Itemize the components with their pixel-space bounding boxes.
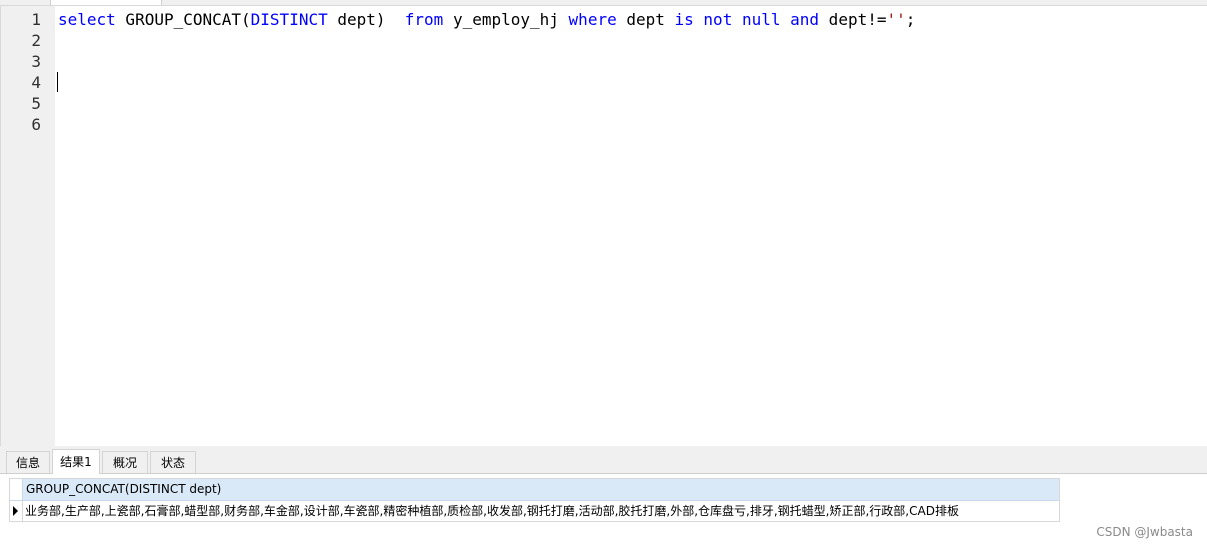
keyword-and: and — [790, 10, 820, 29]
sql-editor[interactable]: 1 2 3 4 5 6 select GROUP_CONCAT(DISTINCT… — [0, 6, 1207, 446]
code-table: y_employ_hj — [443, 10, 569, 29]
tab-info[interactable]: 信息 — [6, 451, 50, 473]
code-line-1[interactable]: select GROUP_CONCAT(DISTINCT dept) from … — [58, 9, 915, 30]
table-cell[interactable]: 业务部,生产部,上瓷部,石膏部,蜡型部,财务部,车金部,设计部,车瓷部,精密种植… — [23, 501, 959, 521]
code-column: dept) — [327, 10, 405, 29]
watermark: CSDN @Jwbasta — [1096, 525, 1193, 539]
result-panel: GROUP_CONCAT(DISTINCT dept) 业务部,生产部,上瓷部,… — [0, 474, 1207, 547]
line-number: 5 — [31, 94, 41, 113]
keyword-select: select — [58, 10, 116, 29]
keyword-null: null — [741, 10, 781, 29]
query-tab-stub[interactable] — [50, 0, 162, 5]
keyword-from: from — [404, 10, 444, 29]
code-semicolon: ; — [905, 10, 916, 29]
line-number: 1 — [31, 10, 41, 29]
grid-header: GROUP_CONCAT(DISTINCT dept) — [10, 479, 1059, 501]
keyword-distinct: DISTINCT — [250, 10, 328, 29]
keyword-where: where — [568, 10, 617, 29]
column-header-group-concat[interactable]: GROUP_CONCAT(DISTINCT dept) — [23, 479, 221, 500]
code-fn: GROUP_CONCAT( — [115, 10, 251, 29]
line-number: 3 — [31, 52, 41, 71]
tab-status[interactable]: 状态 — [150, 451, 196, 473]
line-number: 4 — [31, 73, 41, 92]
line-number: 6 — [31, 115, 41, 134]
code-column-2: dept — [616, 10, 675, 29]
current-row-arrow-icon — [13, 506, 18, 516]
text-caret — [57, 72, 58, 92]
table-row[interactable]: 业务部,生产部,上瓷部,石膏部,蜡型部,财务部,车金部,设计部,车瓷部,精密种植… — [10, 501, 1059, 521]
keyword-not: not — [703, 10, 733, 29]
result-grid[interactable]: GROUP_CONCAT(DISTINCT dept) 业务部,生产部,上瓷部,… — [9, 478, 1060, 522]
code-tail: dept!= — [819, 10, 887, 29]
row-indicator[interactable] — [10, 501, 23, 521]
line-number-gutter: 1 2 3 4 5 6 — [1, 6, 55, 446]
tab-profile[interactable]: 概况 — [102, 451, 148, 473]
keyword-is: is — [674, 10, 694, 29]
result-tabs-bar: 信息 结果1 概况 状态 — [0, 446, 1207, 474]
code-string-literal: '' — [886, 10, 906, 29]
tab-result-1[interactable]: 结果1 — [52, 449, 100, 474]
row-indicator-header — [10, 479, 23, 500]
line-number: 2 — [31, 31, 41, 50]
